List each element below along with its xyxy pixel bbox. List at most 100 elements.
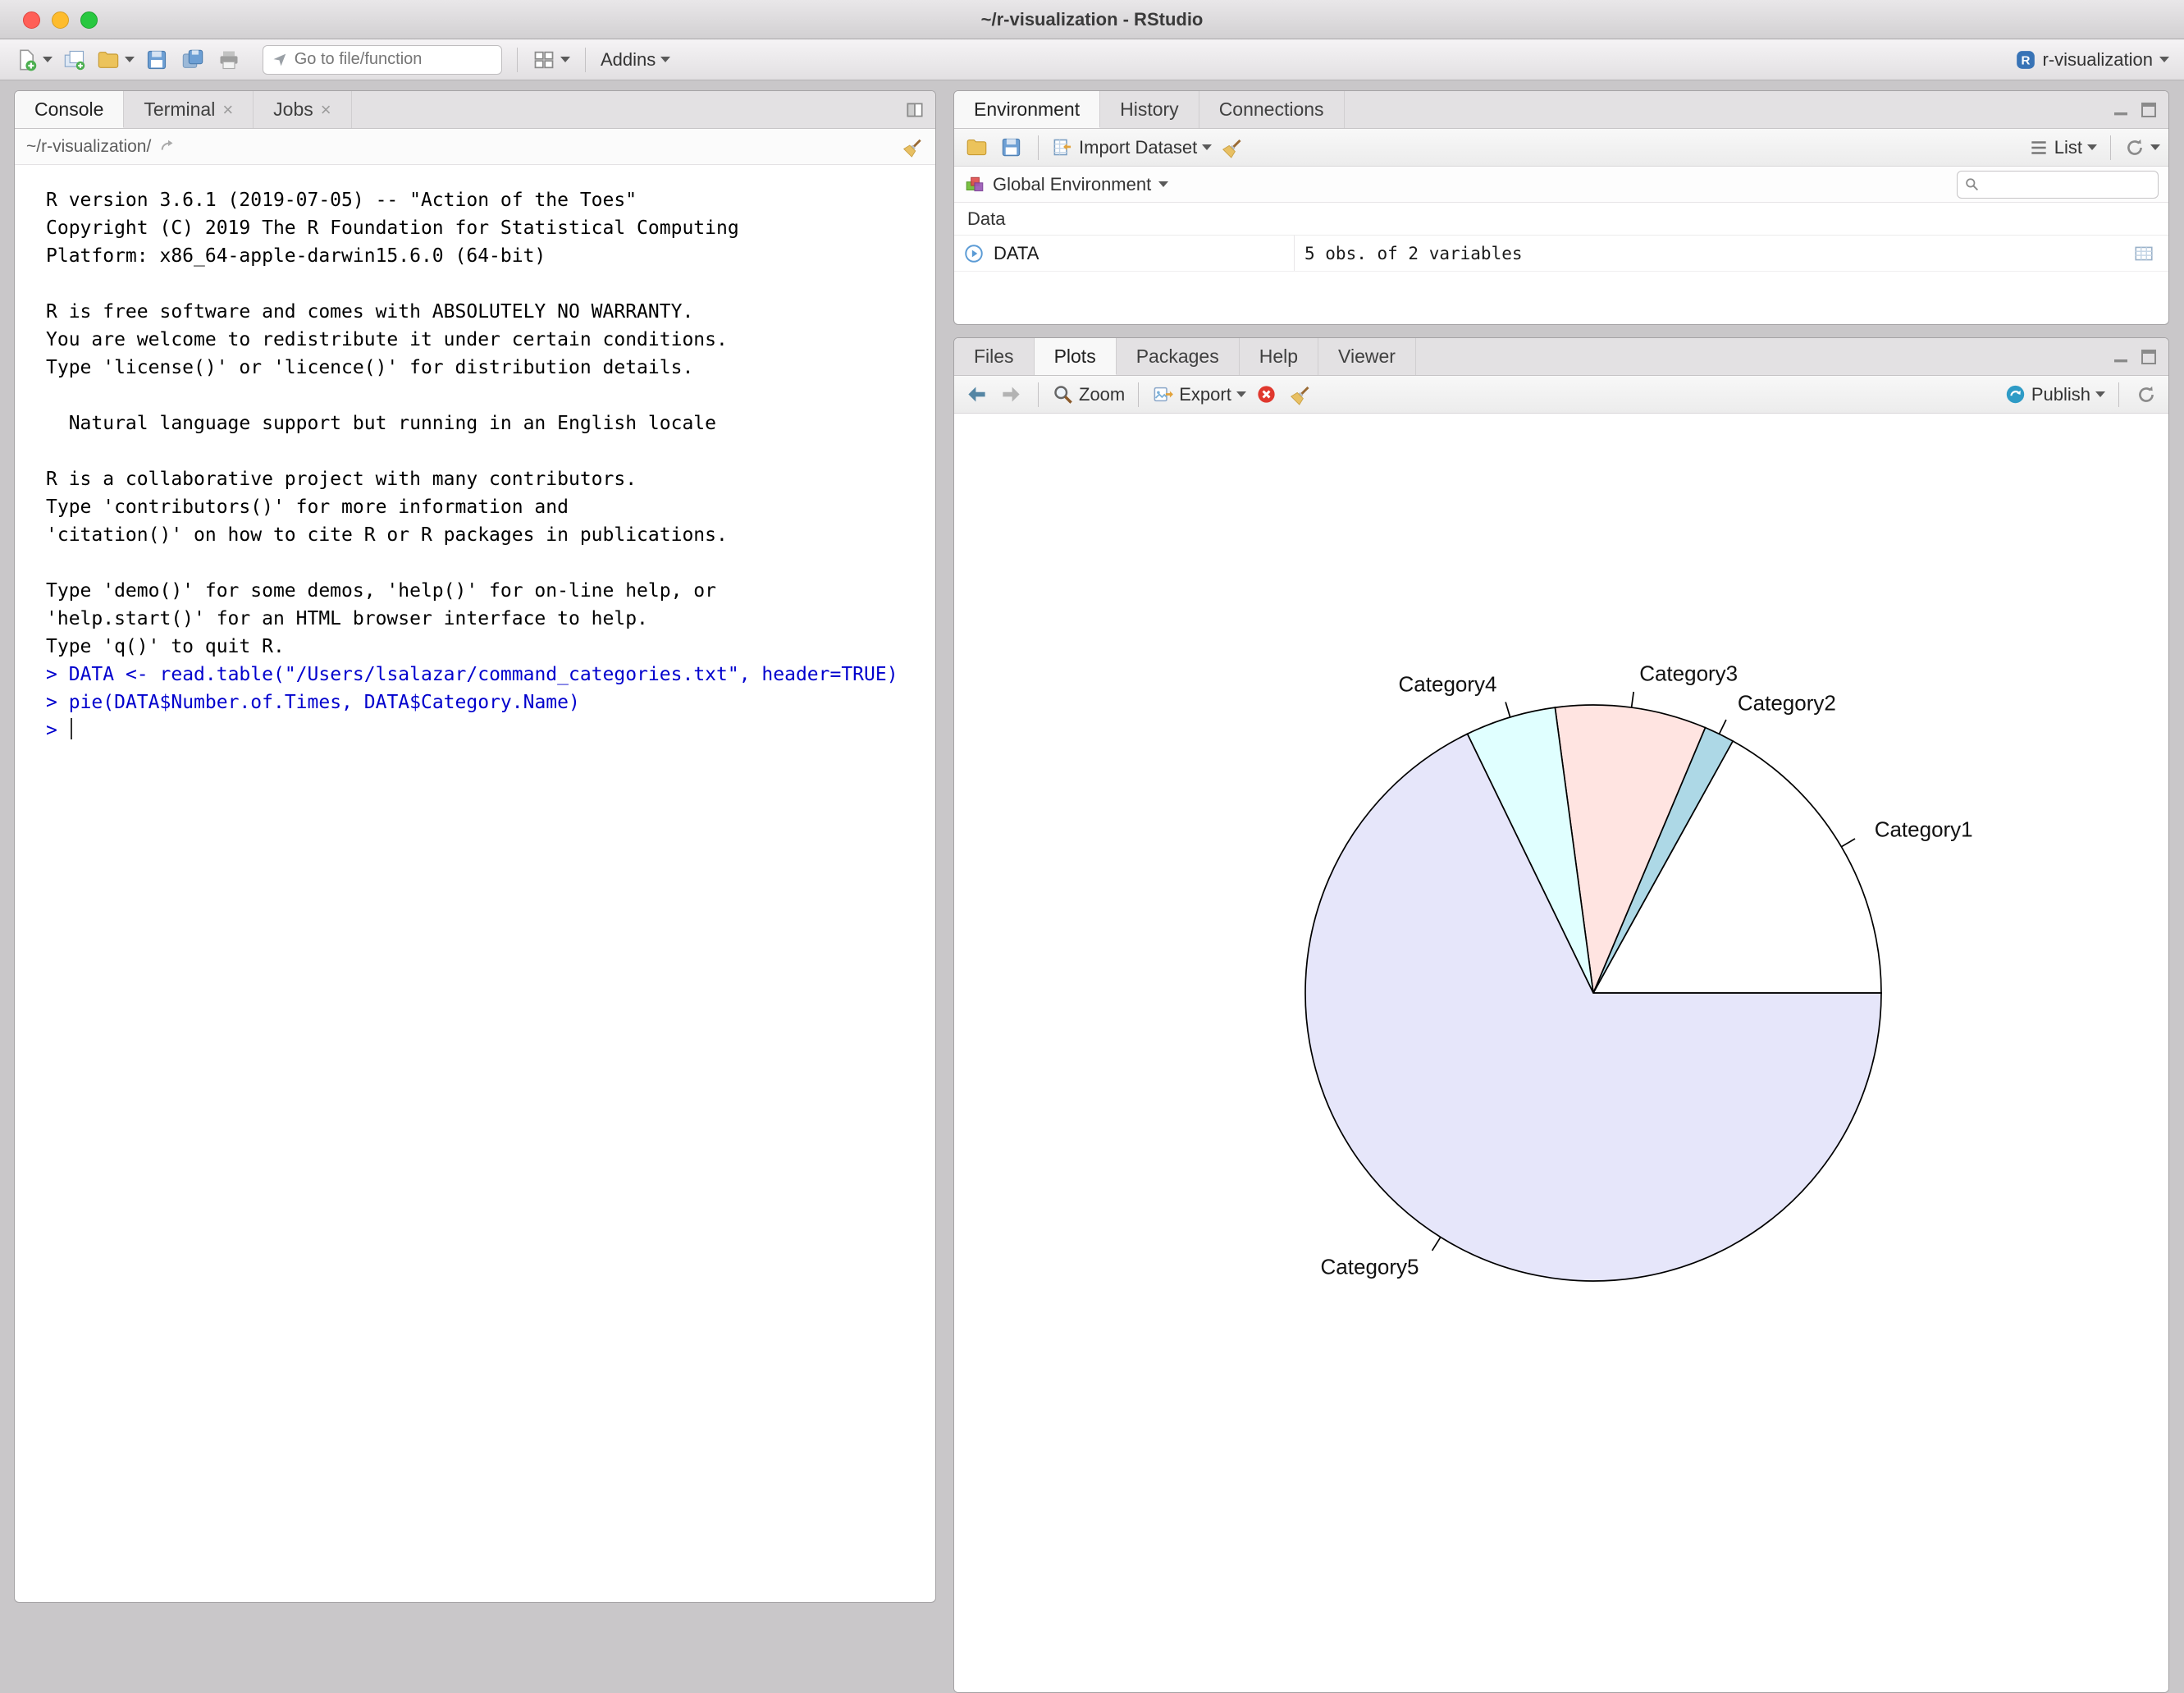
- save-button[interactable]: [143, 43, 171, 76]
- tab-connections[interactable]: Connections: [1199, 91, 1345, 128]
- toolbar-separator: [585, 48, 586, 72]
- workdir-arrow-icon[interactable]: [159, 138, 177, 156]
- console-prompt-line[interactable]: >: [15, 716, 935, 744]
- pie-label-tick: [1841, 839, 1855, 847]
- tab-terminal[interactable]: Terminal ×: [124, 91, 254, 128]
- maximize-pane-icon[interactable]: [2139, 347, 2159, 367]
- previous-plot-button[interactable]: [962, 378, 990, 411]
- minimize-pane-icon[interactable]: [2111, 347, 2131, 367]
- tab-label: Files: [974, 345, 1014, 368]
- refresh-icon: [2124, 137, 2145, 158]
- list-icon: [2028, 137, 2049, 158]
- environment-scope-label[interactable]: Global Environment: [993, 174, 1151, 195]
- tab-viewer[interactable]: Viewer: [1318, 338, 1416, 375]
- tab-help[interactable]: Help: [1240, 338, 1318, 375]
- open-file-button[interactable]: [97, 43, 135, 76]
- minimize-window-button[interactable]: [52, 11, 69, 29]
- close-icon[interactable]: ×: [222, 101, 233, 119]
- environment-toolbar: Import Dataset List: [954, 129, 2168, 167]
- import-dataset-button[interactable]: Import Dataset: [1052, 131, 1212, 164]
- remove-plot-icon: [1255, 383, 1277, 405]
- publish-icon: [2004, 383, 2026, 405]
- clear-environment-button[interactable]: [1218, 131, 1246, 164]
- refresh-plot-button[interactable]: [2132, 378, 2160, 411]
- console-command: pie(DATA$Number.of.Times, DATA$Category.…: [69, 692, 580, 713]
- save-icon: [145, 48, 168, 71]
- broom-icon: [1290, 383, 1312, 405]
- table-view-icon[interactable]: [2133, 243, 2154, 264]
- tab-environment[interactable]: Environment: [954, 91, 1100, 128]
- forward-arrow-icon: [1000, 383, 1022, 405]
- pie-chart: Category1Category2Category3Category4Cate…: [954, 414, 2168, 1692]
- zoom-window-button[interactable]: [80, 11, 98, 29]
- plots-tabbar: Files Plots Packages Help Viewer: [954, 338, 2168, 376]
- console-input-line: > pie(DATA$Number.of.Times, DATA$Categor…: [15, 689, 935, 716]
- tab-jobs[interactable]: Jobs ×: [254, 91, 351, 128]
- import-dataset-label: Import Dataset: [1079, 137, 1197, 158]
- chevron-down-icon: [2087, 144, 2097, 150]
- close-window-button[interactable]: [23, 11, 40, 29]
- new-file-button[interactable]: [15, 43, 53, 76]
- tab-plots[interactable]: Plots: [1035, 338, 1117, 375]
- publish-label: Publish: [2031, 384, 2090, 405]
- tab-files[interactable]: Files: [954, 338, 1035, 375]
- tab-history[interactable]: History: [1100, 91, 1199, 128]
- maximize-pane-icon[interactable]: [904, 99, 925, 121]
- chevron-down-icon: [2150, 144, 2160, 150]
- clear-console-broom-icon[interactable]: [902, 136, 924, 158]
- list-view-button[interactable]: List: [2028, 131, 2097, 164]
- tab-console[interactable]: Console: [15, 91, 124, 128]
- search-icon: [1964, 176, 1980, 193]
- project-selector[interactable]: R r-visualization: [2015, 43, 2170, 76]
- environment-object-row[interactable]: DATA 5 obs. of 2 variables: [954, 236, 2168, 272]
- addins-button[interactable]: Addins: [601, 43, 670, 76]
- zoom-magnifier-icon: [1052, 383, 1074, 405]
- toolbar-separator: [1138, 382, 1139, 407]
- load-workspace-button[interactable]: [962, 131, 990, 164]
- tab-label: History: [1120, 98, 1179, 121]
- minimize-pane-icon[interactable]: [2111, 100, 2131, 120]
- pie-label-tick: [1719, 720, 1725, 734]
- tab-label: Jobs: [273, 98, 313, 121]
- environment-search-input[interactable]: [1985, 175, 2151, 194]
- remove-plot-button[interactable]: [1253, 378, 1281, 411]
- publish-button[interactable]: Publish: [2004, 378, 2105, 411]
- goto-file-input[interactable]: [295, 50, 493, 69]
- chevron-down-icon: [43, 57, 53, 62]
- pie-slice-label: Category5: [1321, 1254, 1419, 1279]
- data-section-header: Data: [954, 203, 2168, 236]
- export-plot-button[interactable]: Export: [1152, 378, 1246, 411]
- tab-packages[interactable]: Packages: [1117, 338, 1240, 375]
- panes-layout-button[interactable]: [532, 43, 570, 76]
- tab-label: Terminal: [144, 98, 215, 121]
- close-icon[interactable]: ×: [321, 101, 331, 119]
- zoom-plot-button[interactable]: Zoom: [1052, 378, 1125, 411]
- clear-all-plots-button[interactable]: [1287, 378, 1315, 411]
- svg-text:R: R: [2021, 53, 2030, 67]
- save-all-button[interactable]: [179, 43, 207, 76]
- save-workspace-button[interactable]: [997, 131, 1025, 164]
- list-view-label: List: [2054, 137, 2082, 158]
- pie-label-tick: [1505, 702, 1510, 716]
- chevron-down-icon: [560, 57, 570, 62]
- export-label: Export: [1179, 384, 1231, 405]
- maximize-pane-icon[interactable]: [2139, 100, 2159, 120]
- tab-label: Packages: [1136, 345, 1219, 368]
- console-input-line: > DATA <- read.table("/Users/lsalazar/co…: [15, 661, 935, 689]
- chevron-down-icon: [1202, 144, 1212, 150]
- titlebar: ~/r-visualization - RStudio: [0, 0, 2184, 39]
- new-project-button[interactable]: [61, 43, 89, 76]
- print-button[interactable]: [215, 43, 243, 76]
- console-output[interactable]: R version 3.6.1 (2019-07-05) -- "Action …: [15, 165, 935, 1602]
- next-plot-button[interactable]: [997, 378, 1025, 411]
- expand-object-icon[interactable]: [963, 243, 985, 264]
- plots-pane: Files Plots Packages Help Viewer: [953, 337, 2169, 1693]
- chevron-down-icon: [660, 57, 670, 62]
- pie-slice-label: Category1: [1875, 817, 1973, 841]
- environment-search-box: [1957, 171, 2159, 199]
- open-folder-icon: [966, 136, 988, 158]
- import-dataset-icon: [1052, 136, 1074, 158]
- console-pane: Console Terminal × Jobs × ~/r-visualizat…: [14, 90, 936, 1603]
- refresh-environment-button[interactable]: [2124, 131, 2160, 164]
- save-all-icon: [181, 48, 204, 71]
